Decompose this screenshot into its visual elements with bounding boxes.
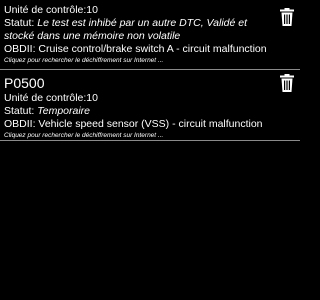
dtc-code: P0500 — [4, 75, 45, 91]
status-value: Le test est inhibé par un autre DTC, Val… — [4, 17, 248, 42]
status-label: Statut: — [4, 105, 35, 117]
status-text: Statut: Temporaire — [4, 105, 260, 118]
dtc-item[interactable]: Unité de contrôle:10 Statut: Le test est… — [0, 0, 300, 69]
control-unit-text: Unité de contrôle:10 — [4, 4, 98, 16]
obd-description: OBDII: Vehicle speed sensor (VSS) - circ… — [4, 118, 263, 130]
search-hint-link[interactable]: Cliquez pour rechercher le déchiffrement… — [4, 56, 260, 65]
dtc-list: Unité de contrôle:10 Statut: Le test est… — [0, 0, 300, 141]
control-unit-text: Unité de contrôle:10 — [4, 92, 98, 104]
trash-icon[interactable] — [280, 8, 294, 26]
obd-description: OBDII: Cruise control/brake switch A - c… — [4, 43, 267, 55]
search-hint-link[interactable]: Cliquez pour rechercher le déchiffrement… — [4, 131, 260, 140]
status-value: Temporaire — [37, 105, 91, 117]
divider — [0, 140, 300, 141]
trash-icon[interactable] — [280, 74, 294, 92]
dtc-item[interactable]: P0500 Unité de contrôle:10 Statut: Tempo… — [0, 70, 300, 140]
status-text: Statut: Le test est inhibé par un autre … — [4, 17, 260, 43]
status-label: Statut: — [4, 17, 35, 29]
